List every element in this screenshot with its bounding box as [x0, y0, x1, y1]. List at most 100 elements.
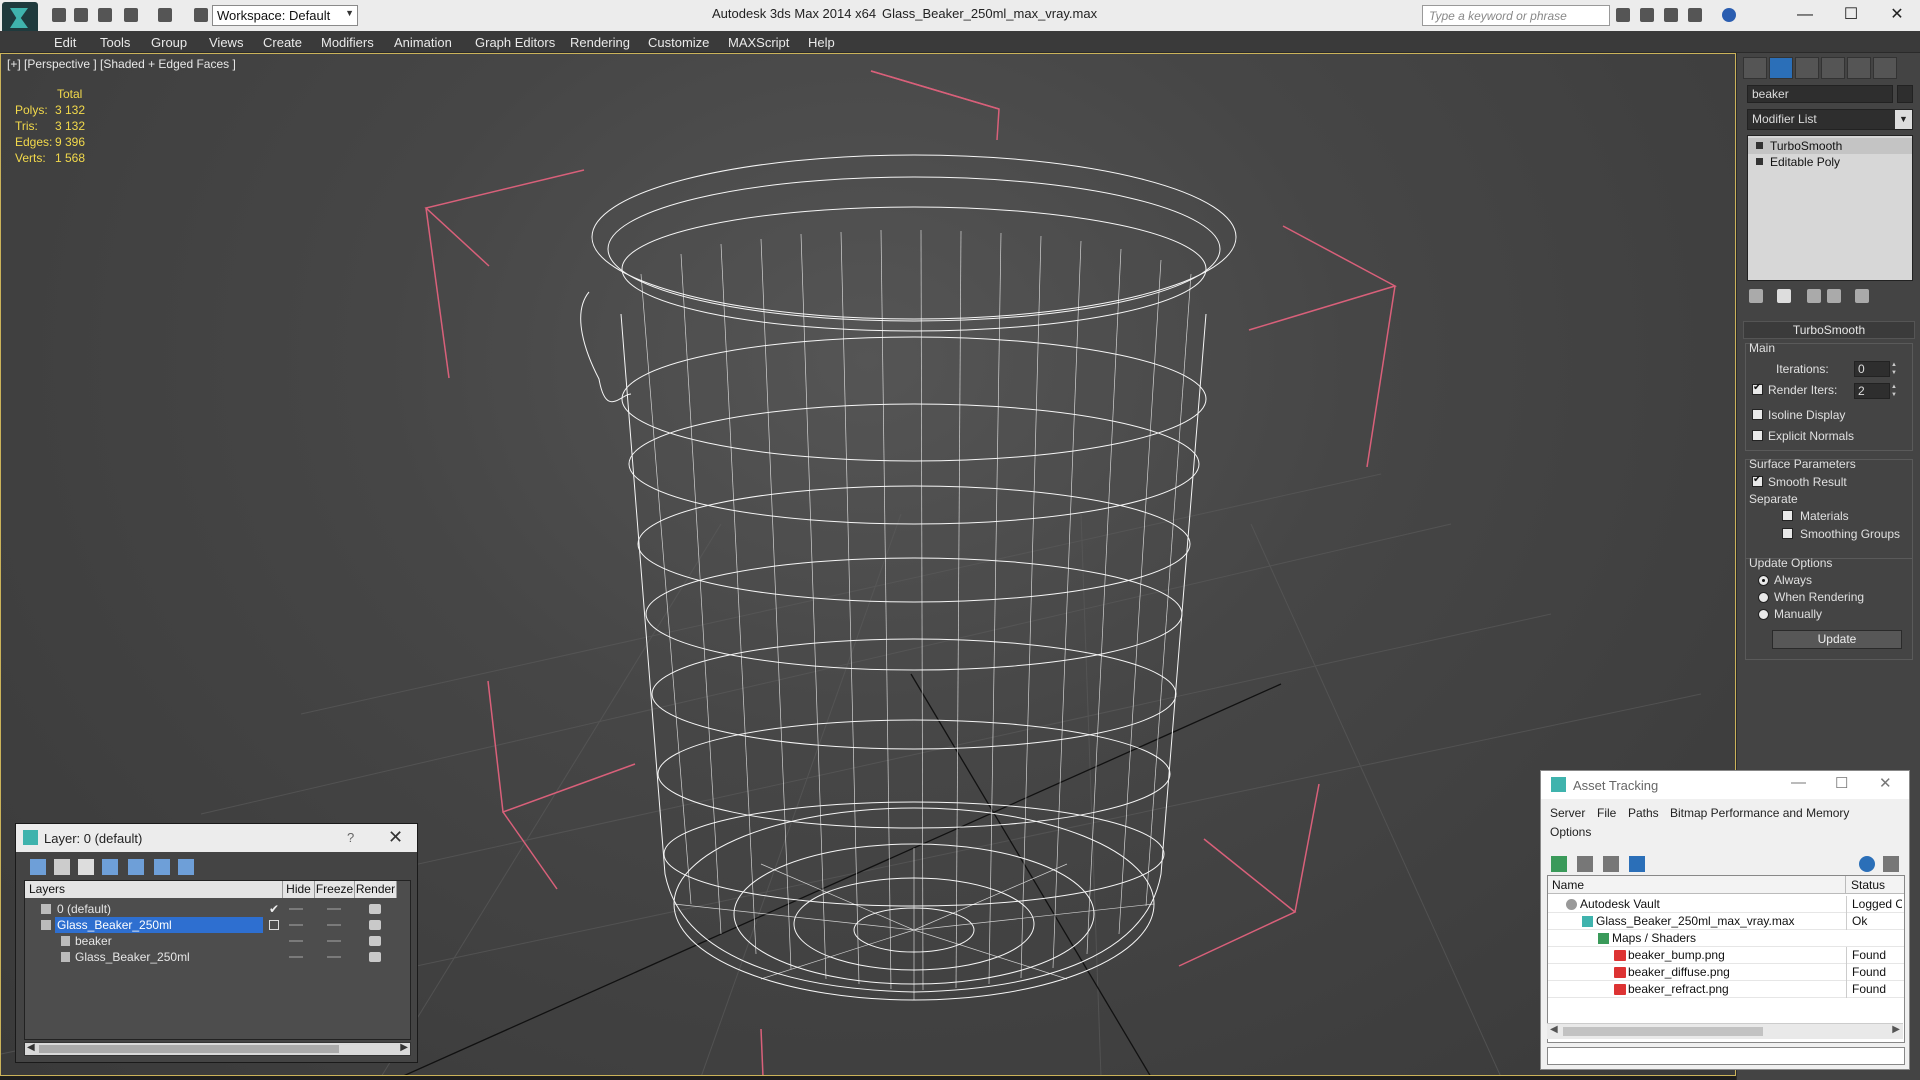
maximize-button[interactable]: ☐: [1835, 774, 1848, 792]
active-layer-check-icon[interactable]: ✔: [269, 901, 279, 917]
freeze-toggle[interactable]: [327, 924, 341, 926]
column-header-layers[interactable]: Layers: [25, 881, 283, 898]
column-header-status[interactable]: Status: [1846, 876, 1904, 894]
render-toggle-icon[interactable]: [369, 936, 381, 946]
isoline-display-checkbox[interactable]: [1752, 409, 1763, 420]
delete-layer-icon[interactable]: [54, 859, 70, 875]
plus-icon[interactable]: [1756, 158, 1763, 165]
add-to-layer-icon[interactable]: [78, 859, 94, 875]
menu-options[interactable]: Options: [1550, 825, 1591, 839]
asset-row[interactable]: Glass_Beaker_250ml_max_vray.max Ok: [1548, 913, 1904, 930]
scroll-right-icon[interactable]: ▶: [1892, 1024, 1900, 1035]
display-tab-icon[interactable]: [1847, 57, 1871, 79]
freeze-toggle[interactable]: [327, 956, 341, 958]
scrollbar-thumb[interactable]: [1563, 1027, 1763, 1036]
active-layer-box-icon[interactable]: [269, 920, 279, 930]
refresh-icon[interactable]: [1551, 856, 1567, 872]
close-button[interactable]: ✕: [1879, 774, 1892, 792]
asset-row[interactable]: beaker_refract.png Found: [1548, 981, 1904, 998]
column-header-freeze[interactable]: Freeze: [315, 881, 355, 898]
modifier-list-dropdown[interactable]: Modifier List ▼: [1747, 109, 1913, 130]
favorites-star-icon[interactable]: [1688, 8, 1702, 22]
create-layer-icon[interactable]: [30, 859, 46, 875]
search-input[interactable]: Type a keyword or phrase: [1422, 5, 1610, 26]
hide-all-icon[interactable]: [154, 859, 170, 875]
asset-dialog-titlebar[interactable]: Asset Tracking — ☐ ✕: [1541, 771, 1909, 799]
menu-group[interactable]: Group: [151, 35, 187, 50]
menu-modifiers[interactable]: Modifiers: [321, 35, 374, 50]
render-toggle-icon[interactable]: [369, 952, 381, 962]
asset-row[interactable]: Maps / Shaders: [1548, 930, 1904, 947]
table-view-icon[interactable]: [1629, 856, 1645, 872]
open-file-icon[interactable]: [74, 8, 88, 22]
asset-row[interactable]: Autodesk Vault Logged Out: [1548, 896, 1904, 913]
menu-edit[interactable]: Edit: [54, 35, 76, 50]
help-icon[interactable]: [1859, 856, 1875, 872]
show-end-result-icon[interactable]: [1777, 289, 1791, 303]
asset-row[interactable]: beaker_diffuse.png Found: [1548, 964, 1904, 981]
menu-tools[interactable]: Tools: [100, 35, 130, 50]
object-name[interactable]: Glass_Beaker_250ml: [73, 949, 192, 965]
layer-name[interactable]: 0 (default): [55, 901, 113, 917]
utilities-tab-icon[interactable]: [1873, 57, 1897, 79]
scroll-left-icon[interactable]: ◀: [1550, 1024, 1558, 1035]
smoothing-groups-checkbox[interactable]: [1782, 528, 1793, 539]
explicit-normals-checkbox[interactable]: [1752, 430, 1763, 441]
update-button[interactable]: Update: [1772, 630, 1902, 649]
column-header-render[interactable]: Render: [355, 881, 397, 898]
help-button[interactable]: ?: [347, 830, 354, 845]
menu-graph-editors[interactable]: Graph Editors: [475, 35, 555, 50]
menu-views[interactable]: Views: [209, 35, 243, 50]
project-folder-icon[interactable]: [194, 8, 208, 22]
scroll-right-icon[interactable]: ▶: [400, 1042, 408, 1053]
select-objects-icon[interactable]: [102, 859, 118, 875]
always-radio[interactable]: [1758, 575, 1769, 586]
redo-icon[interactable]: [158, 8, 172, 22]
when-rendering-radio[interactable]: [1758, 592, 1769, 603]
freeze-toggle[interactable]: [327, 908, 341, 910]
lightbulb-icon[interactable]: [1756, 142, 1763, 149]
settings-icon[interactable]: [1883, 856, 1899, 872]
freeze-all-icon[interactable]: [178, 859, 194, 875]
horizontal-scrollbar[interactable]: ◀ ▶: [24, 1042, 411, 1056]
layer-name[interactable]: Glass_Beaker_250ml: [55, 917, 263, 933]
viewport-label[interactable]: [+] [Perspective ] [Shaded + Edged Faces…: [7, 57, 236, 71]
list-view-icon[interactable]: [1577, 856, 1593, 872]
render-iters-checkbox[interactable]: [1752, 382, 1763, 395]
minimize-button[interactable]: —: [1782, 2, 1828, 28]
create-tab-icon[interactable]: [1743, 57, 1767, 79]
make-unique-icon[interactable]: [1807, 289, 1821, 303]
select-layer-icon[interactable]: [128, 859, 144, 875]
object-name[interactable]: beaker: [73, 933, 114, 949]
menu-file[interactable]: File: [1597, 806, 1616, 820]
hide-toggle[interactable]: [289, 940, 303, 942]
layer-row[interactable]: beaker: [25, 933, 410, 949]
hide-toggle[interactable]: [289, 908, 303, 910]
menu-server[interactable]: Server: [1550, 806, 1585, 820]
render-toggle-icon[interactable]: [369, 920, 381, 930]
object-color-swatch[interactable]: [1897, 85, 1913, 103]
help-icon[interactable]: [1722, 8, 1736, 22]
iterations-spinner[interactable]: 0: [1854, 361, 1901, 377]
smooth-result-checkbox[interactable]: [1752, 474, 1763, 487]
save-file-icon[interactable]: [98, 8, 112, 22]
undo-icon[interactable]: [124, 8, 138, 22]
turbosmooth-rollout-title[interactable]: TurboSmooth: [1743, 321, 1915, 339]
motion-tab-icon[interactable]: [1821, 57, 1845, 79]
minimize-button[interactable]: —: [1791, 774, 1806, 791]
layer-dialog-titlebar[interactable]: Layer: 0 (default) ? ✕: [16, 824, 417, 852]
object-name-field[interactable]: beaker: [1747, 85, 1893, 103]
menu-create[interactable]: Create: [263, 35, 302, 50]
modify-tab-icon[interactable]: [1769, 57, 1793, 79]
workspace-dropdown[interactable]: Workspace: Default ▼: [212, 5, 358, 26]
manually-radio[interactable]: [1758, 609, 1769, 620]
menu-rendering[interactable]: Rendering: [570, 35, 630, 50]
layer-row[interactable]: 0 (default) ✔: [25, 901, 410, 917]
menu-paths[interactable]: Paths: [1628, 806, 1659, 820]
menu-customize[interactable]: Customize: [648, 35, 709, 50]
hide-toggle[interactable]: [289, 924, 303, 926]
scrollbar-thumb[interactable]: [39, 1045, 339, 1053]
layer-row[interactable]: Glass_Beaker_250ml: [25, 917, 410, 933]
subscription-icon[interactable]: [1640, 8, 1654, 22]
configure-modifier-sets-icon[interactable]: [1855, 289, 1869, 303]
